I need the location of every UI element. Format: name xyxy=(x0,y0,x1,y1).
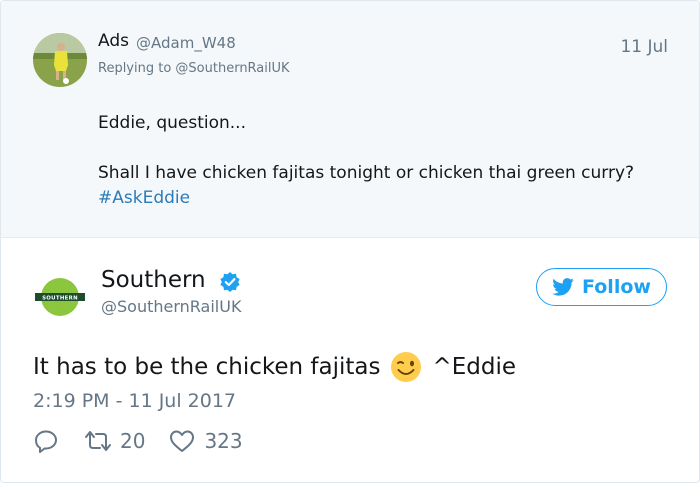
tweet-timestamp[interactable]: 2:19 PM - 11 Jul 2017 xyxy=(33,390,236,412)
winking-face-emoji xyxy=(390,351,422,383)
verified-icon xyxy=(219,271,241,293)
like-count: 323 xyxy=(204,429,243,453)
hashtag-link[interactable]: #AskEddie xyxy=(98,188,190,208)
tweet-text-main: It has to be the chicken fajitas xyxy=(33,354,381,380)
tweet-text-line: Eddie, question... xyxy=(98,113,246,133)
tweet-text: It has to be the chicken fajitas ^Eddie xyxy=(33,351,516,383)
heart-icon xyxy=(170,430,195,452)
author-handle[interactable]: @SouthernRailUK xyxy=(101,297,241,316)
like-button[interactable]: 323 xyxy=(169,429,243,453)
author-name[interactable]: Southern xyxy=(101,267,206,293)
author-name[interactable]: Ads xyxy=(98,31,129,51)
retweet-icon xyxy=(85,431,111,451)
southern-logo-avatar[interactable]: SOUTHERN xyxy=(33,270,87,324)
twitter-bird-icon xyxy=(552,278,574,296)
logo-text: SOUTHERN xyxy=(42,295,78,301)
reply-icon[interactable] xyxy=(33,428,59,454)
author-handle[interactable]: @Adam_W48 xyxy=(136,34,236,52)
replying-to-label[interactable]: Replying to @SouthernRailUK xyxy=(98,61,290,76)
parent-tweet[interactable]: Ads @Adam_W48 11 Jul Replying to @Southe… xyxy=(1,1,699,238)
tweet-text-signature: ^Eddie xyxy=(432,354,517,380)
tweet-actions: 20 323 xyxy=(33,426,243,456)
retweet-button[interactable]: 20 xyxy=(82,428,169,454)
follow-button[interactable]: Follow xyxy=(536,268,667,306)
tweet-text-line: Shall I have chicken fajitas tonight or … xyxy=(98,163,635,183)
tweet-date[interactable]: 11 Jul xyxy=(620,37,668,57)
retweet-count: 20 xyxy=(120,429,146,453)
follow-label: Follow xyxy=(582,276,651,298)
tweet-card: Ads @Adam_W48 11 Jul Replying to @Southe… xyxy=(0,0,700,483)
avatar[interactable] xyxy=(33,33,87,87)
